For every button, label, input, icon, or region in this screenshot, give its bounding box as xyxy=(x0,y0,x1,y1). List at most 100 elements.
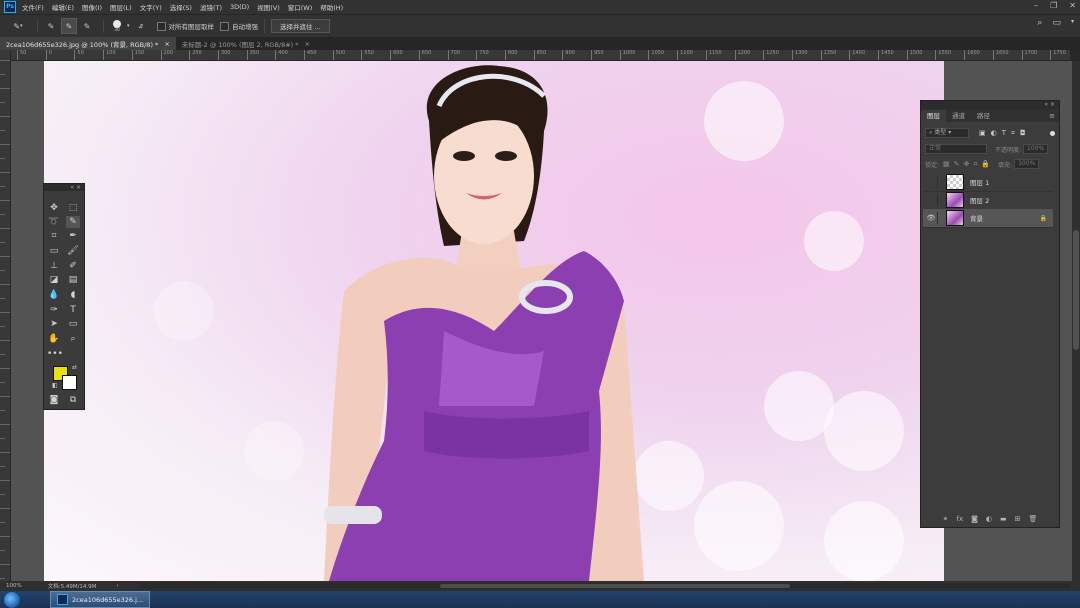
blur-tool-icon[interactable]: 💧 xyxy=(47,289,61,301)
layer-row[interactable]: 图层 1 xyxy=(923,173,1053,192)
menu-image[interactable]: 图像(I) xyxy=(82,2,102,12)
fx-icon[interactable]: fx xyxy=(956,515,963,523)
link-layers-icon[interactable]: ⚭ xyxy=(943,515,949,523)
filter-type-icons[interactable]: ▣◐T⌗◘ xyxy=(979,129,1030,138)
tab-document-2[interactable]: 未标题-2 @ 100% (图层 2, RGB/8#) * × xyxy=(176,37,316,50)
add-to-selection-button[interactable]: ✎ xyxy=(61,18,77,34)
subtract-from-selection-button[interactable]: ✎ xyxy=(80,19,94,33)
close-tab-icon[interactable]: × xyxy=(305,40,310,48)
visibility-toggle[interactable] xyxy=(925,176,938,188)
ruler-tick-label: 1450 xyxy=(878,50,894,60)
workspace-icon[interactable]: ▭ xyxy=(1052,18,1061,28)
ruler-tick xyxy=(0,144,10,145)
delete-layer-icon[interactable]: 🗑 xyxy=(1029,515,1038,523)
swap-colors-icon[interactable]: ⇄ xyxy=(72,364,77,371)
fill-field[interactable]: 100% xyxy=(1014,159,1040,169)
hand-tool-icon[interactable]: ✋ xyxy=(47,333,61,345)
close-icon[interactable]: × xyxy=(76,184,81,191)
layer-filter-select[interactable]: ⌕ 类型 ▾ xyxy=(925,128,969,138)
zoom-level[interactable]: 100% xyxy=(6,583,22,589)
blend-mode-select[interactable]: 正常 xyxy=(925,144,987,154)
zoom-tool-icon[interactable]: ⌕ xyxy=(66,333,80,345)
tab-channels[interactable]: 通道 xyxy=(946,110,971,122)
layers-panel-header[interactable]: « × xyxy=(921,101,1059,109)
eyedropper-tool-icon[interactable]: ✒ xyxy=(66,230,80,242)
menu-filter[interactable]: 滤镜(T) xyxy=(200,2,222,12)
quick-mask-icon[interactable]: ◙ xyxy=(47,394,61,406)
type-tool-icon[interactable]: T xyxy=(66,304,80,316)
brush-angle-button[interactable]: ⦨ xyxy=(134,19,148,33)
ruler-tick xyxy=(0,522,5,523)
menu-type[interactable]: 文字(Y) xyxy=(140,2,162,12)
chevron-down-icon[interactable]: ▾ xyxy=(1071,18,1074,28)
tools-panel-header[interactable]: « × xyxy=(44,184,84,191)
menu-view[interactable]: 视图(V) xyxy=(257,2,280,12)
lock-icons[interactable]: ▦✎✥⌗🔒 xyxy=(943,160,994,169)
ruler-tick-label: 500 xyxy=(332,50,346,60)
lasso-tool-icon[interactable]: ➰ xyxy=(47,216,61,228)
close-icon[interactable]: ✕ xyxy=(1069,1,1076,10)
menu-file[interactable]: 文件(F) xyxy=(22,2,44,12)
start-button-icon[interactable] xyxy=(4,591,20,608)
horizontal-ruler[interactable]: 50 0 50 100 150 200 250 300 350 400 450 500 550 600 65… xyxy=(10,50,1070,61)
menu-select[interactable]: 选择(S) xyxy=(170,2,192,12)
crop-tool-icon[interactable]: ⌗ xyxy=(47,230,61,242)
menu-layer[interactable]: 图层(L) xyxy=(110,2,132,12)
minimize-icon[interactable]: – xyxy=(1034,1,1038,10)
marquee-tool-icon[interactable]: ⬚ xyxy=(66,202,80,214)
vertical-scroll-thumb[interactable] xyxy=(1073,230,1079,350)
tool-preset-picker[interactable]: ✎ ▾ xyxy=(8,19,28,33)
quick-select-tool-icon[interactable]: ✎ xyxy=(66,216,80,228)
add-mask-icon[interactable]: ◙ xyxy=(971,515,978,523)
auto-enhance-checkbox[interactable] xyxy=(220,21,230,31)
new-selection-brush-button[interactable]: ✎ xyxy=(44,19,58,33)
tab-document-1[interactable]: 2cea106d655e326.jpg @ 100% (背景, RGB/8) *… xyxy=(0,37,176,50)
sample-all-layers-checkbox[interactable] xyxy=(156,21,166,31)
close-tab-icon[interactable]: × xyxy=(164,40,169,48)
collapse-icon[interactable]: « xyxy=(1044,101,1048,108)
clone-stamp-tool-icon[interactable]: ⊥ xyxy=(47,260,61,272)
chevron-down-icon[interactable]: ▾ xyxy=(127,23,130,29)
screen-mode-icon[interactable]: ⧉ xyxy=(66,394,80,406)
taskbar-photoshop-item[interactable]: 2cea106d655e326.j... xyxy=(50,591,151,608)
healing-brush-tool-icon[interactable]: ▭ xyxy=(47,245,61,257)
eraser-tool-icon[interactable]: ◪ xyxy=(47,274,61,286)
new-group-icon[interactable]: ▬ xyxy=(1000,515,1007,523)
visibility-toggle[interactable] xyxy=(925,194,938,206)
background-color-swatch[interactable] xyxy=(62,375,77,390)
more-tools-icon[interactable]: ••• xyxy=(47,348,63,360)
search-icon[interactable]: ⌕ xyxy=(1037,18,1042,28)
default-colors-icon[interactable]: ◧ xyxy=(52,382,58,389)
menu-help[interactable]: 帮助(H) xyxy=(320,2,343,12)
pen-tool-icon[interactable]: ✑ xyxy=(47,304,61,316)
menu-window[interactable]: 窗口(W) xyxy=(288,2,313,12)
restore-icon[interactable]: ❐ xyxy=(1050,1,1057,10)
dodge-tool-icon[interactable]: ◖ xyxy=(66,289,80,301)
layer-row-selected[interactable]: 👁 背景 🔒 xyxy=(923,209,1053,228)
status-menu-icon[interactable]: › xyxy=(116,583,118,589)
path-select-tool-icon[interactable]: ➤ xyxy=(47,318,61,330)
menu-3d[interactable]: 3D(D) xyxy=(230,3,249,11)
layer-row[interactable]: 图层 2 xyxy=(923,191,1053,210)
document-canvas[interactable] xyxy=(44,61,944,581)
rectangle-tool-icon[interactable]: ▭ xyxy=(66,318,80,330)
eye-icon[interactable]: 👁 xyxy=(925,212,938,224)
brush-tool-icon[interactable]: 🖌 xyxy=(66,245,80,257)
brush-size-picker[interactable]: 30 xyxy=(110,19,124,33)
gradient-tool-icon[interactable]: ▤ xyxy=(66,274,80,286)
panel-menu-icon[interactable]: ≡ xyxy=(1049,110,1059,122)
tab-paths[interactable]: 路径 xyxy=(971,110,996,122)
adjustment-layer-icon[interactable]: ◐ xyxy=(986,515,992,523)
horizontal-scroll-thumb[interactable] xyxy=(440,584,790,588)
move-tool-icon[interactable]: ✥ xyxy=(47,202,61,214)
collapse-icon[interactable]: « xyxy=(70,184,74,191)
select-and-mask-button[interactable]: 选择并遮住 ... xyxy=(271,19,330,33)
tab-layers[interactable]: 图层 xyxy=(921,110,946,122)
close-icon[interactable]: × xyxy=(1050,101,1055,108)
history-brush-tool-icon[interactable]: ✐ xyxy=(66,260,80,272)
menu-edit[interactable]: 编辑(E) xyxy=(52,2,74,12)
vertical-ruler[interactable] xyxy=(0,50,11,581)
opacity-field[interactable]: 100% xyxy=(1023,144,1049,154)
filter-toggle-icon[interactable] xyxy=(1050,130,1055,136)
new-layer-icon[interactable]: ⊞ xyxy=(1015,515,1021,523)
